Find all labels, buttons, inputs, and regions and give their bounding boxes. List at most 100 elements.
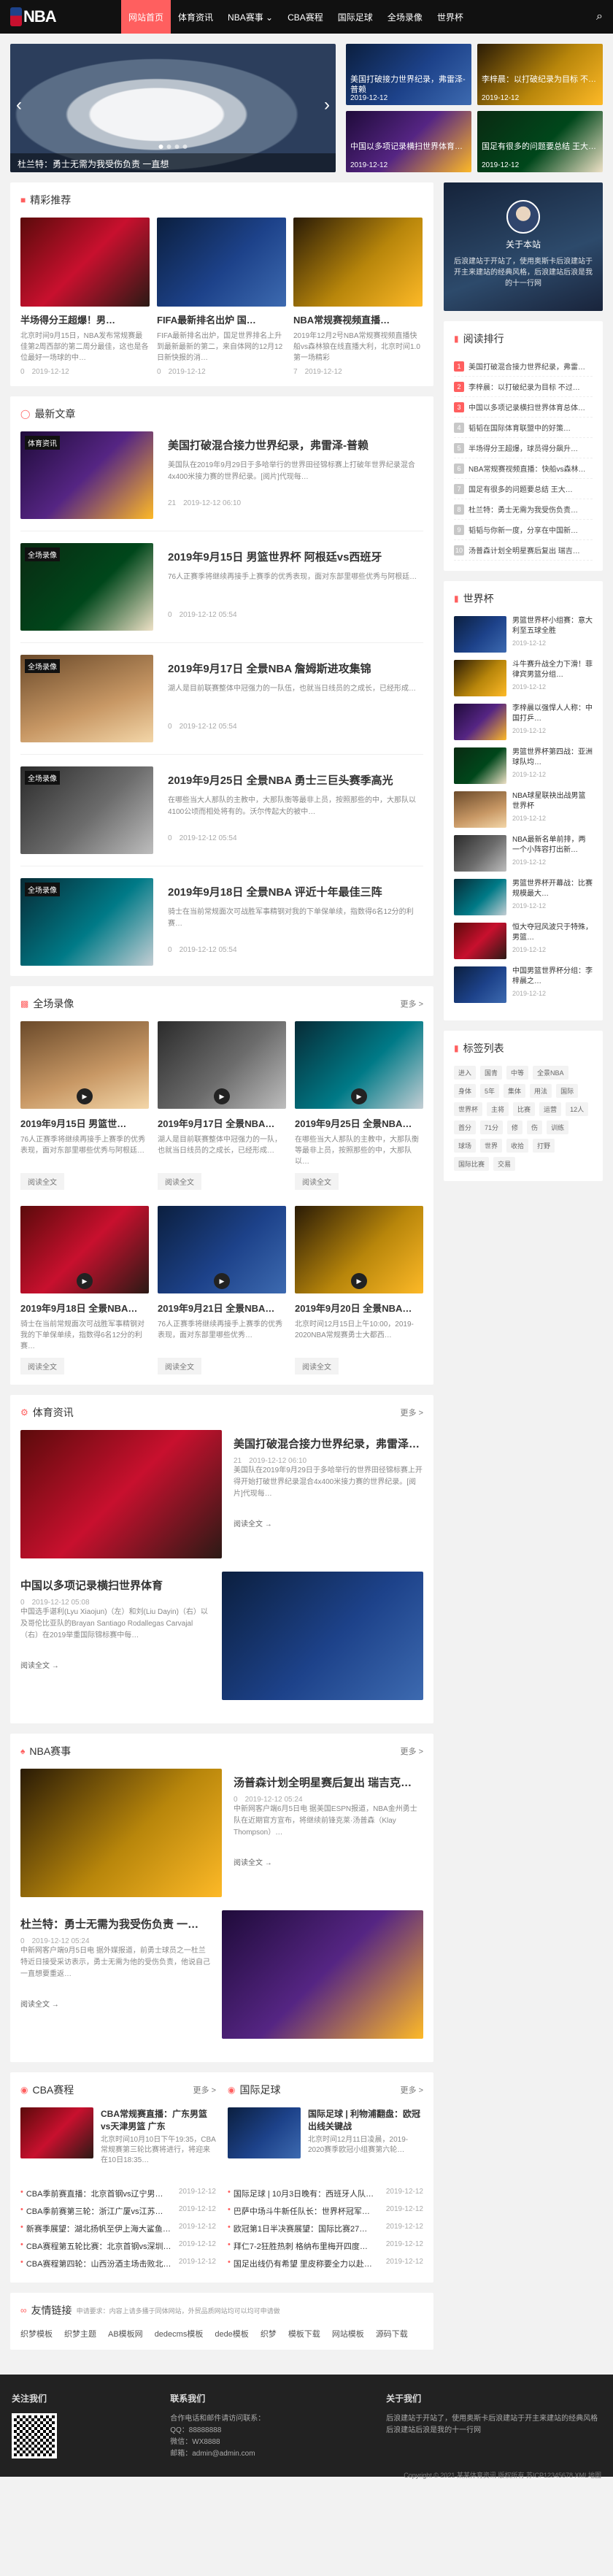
tag-item[interactable]: 球场: [454, 1139, 477, 1153]
more-link[interactable]: 更多 >: [401, 1407, 423, 1418]
recommend-title[interactable]: 半场得分王超爆！男…: [20, 312, 150, 326]
hero-tile-title[interactable]: 国足有很多的问题要总结 王大…: [482, 142, 598, 152]
article-image[interactable]: [20, 1769, 222, 1897]
worldcup-image[interactable]: [454, 616, 506, 653]
video-thumbnail[interactable]: ▶: [20, 1206, 149, 1293]
rank-title[interactable]: 美国打破混合接力世界纪录，弗雷…: [469, 361, 585, 372]
video-thumbnail[interactable]: ▶: [20, 1021, 149, 1109]
avatar[interactable]: [506, 200, 540, 234]
worldcup-image[interactable]: [454, 791, 506, 828]
video-thumbnail[interactable]: ▶: [295, 1021, 423, 1109]
video-title[interactable]: 2019年9月17日 全景NBA…: [158, 1116, 286, 1130]
recommend-title[interactable]: NBA常规赛视频直播…: [293, 312, 423, 326]
play-icon[interactable]: ▶: [351, 1273, 367, 1289]
latest-image[interactable]: 全场录像: [20, 878, 153, 966]
rank-title[interactable]: NBA常规赛视频直播：快船vs森林…: [469, 463, 586, 474]
worldcup-image[interactable]: [454, 966, 506, 1003]
latest-title[interactable]: 2019年9月25日 全景NBA 勇士三巨头赛季高光: [168, 772, 423, 788]
more-link[interactable]: 更多 >: [193, 2084, 216, 2096]
rank-title[interactable]: 汤普森计划全明星赛后复出 瑞吉…: [469, 545, 580, 555]
worldcup-image[interactable]: [454, 704, 506, 740]
site-logo[interactable]: NBA: [10, 7, 121, 26]
latest-title[interactable]: 美国打破混合接力世界纪录，弗雷泽-普赖: [168, 437, 423, 453]
tag-item[interactable]: 国际比赛: [454, 1157, 490, 1171]
video-thumbnail[interactable]: ▶: [158, 1021, 286, 1109]
worldcup-title[interactable]: 男篮世界杯开幕战：比赛规模最大…: [512, 879, 593, 899]
list-title[interactable]: 拜仁7-2狂胜热刺 格纳布里梅开四度…: [234, 2240, 382, 2252]
tag-item[interactable]: 运营: [539, 1102, 562, 1116]
recommend-image[interactable]: [293, 218, 423, 307]
latest-image[interactable]: 全场录像: [20, 543, 153, 631]
hero-tile[interactable]: 国足有很多的问题要总结 王大… 2019-12-12: [477, 111, 603, 172]
tag-item[interactable]: 中等: [506, 1066, 529, 1080]
tag-item[interactable]: 71分: [480, 1120, 504, 1134]
rank-item[interactable]: 9 韬韬与你新一度，分享在中国新…: [454, 520, 593, 540]
list-item[interactable]: • 巴萨中场斗牛新任队长：世界杯冠军… 2019-12-12: [228, 2202, 423, 2220]
worldcup-title[interactable]: 男篮世界杯小组赛：意大利至五球全胜: [512, 616, 593, 637]
list-title[interactable]: CBA季前赛直播：北京首钢vs辽宁男…: [26, 2188, 174, 2199]
hero-tile[interactable]: 美国打破接力世界纪录，弗雷泽-普赖 2019-12-12: [346, 44, 471, 105]
article-title[interactable]: 中国以多项记录横扫世界体育: [20, 1577, 210, 1593]
list-title[interactable]: 新赛季展望：湖北扬帆至伊上海大鲨鱼…: [26, 2223, 174, 2234]
rank-item[interactable]: 10 汤普森计划全明星赛后复出 瑞吉…: [454, 540, 593, 561]
tag-item[interactable]: 世界: [480, 1139, 503, 1153]
list-title[interactable]: 巴萨中场斗牛新任队长：世界杯冠军…: [234, 2205, 382, 2217]
video-title[interactable]: 2019年9月21日 全景NBA…: [158, 1301, 286, 1315]
read-more-link[interactable]: 阅读全文 →: [234, 1518, 423, 1529]
slider-caption[interactable]: 杜兰特：勇士无需为我受伤负责 一直想: [10, 153, 336, 172]
list-item[interactable]: • 欧冠第1日半决赛展望：国际比赛27… 2019-12-12: [228, 2220, 423, 2237]
category-tag[interactable]: 全场录像: [25, 883, 60, 896]
friend-link[interactable]: 织梦模板: [20, 2328, 53, 2339]
video-thumbnail[interactable]: ▶: [158, 1206, 286, 1293]
rank-item[interactable]: 2 李梓晨：以打破纪录为目标 不过…: [454, 377, 593, 397]
list-item[interactable]: • CBA季前赛第三轮：浙江广厦vs江苏… 2019-12-12: [20, 2202, 216, 2220]
article-image[interactable]: [20, 1430, 222, 1558]
tag-item[interactable]: 身体: [454, 1084, 477, 1098]
category-tag[interactable]: 全场录像: [25, 659, 60, 673]
football-top-title[interactable]: 国际足球 | 利物浦翻盘：欧冠出线关键战: [308, 2107, 423, 2132]
worldcup-image[interactable]: [454, 660, 506, 696]
list-item[interactable]: • 国足出线仍有希望 里皮称要全力以赴… 2019-12-12: [228, 2255, 423, 2272]
rank-item[interactable]: 1 美国打破混合接力世界纪录，弗雷…: [454, 356, 593, 377]
tag-item[interactable]: 首分: [454, 1120, 477, 1134]
worldcup-title[interactable]: 恒大夺冠风波只于特殊，男篮…: [512, 923, 593, 943]
latest-title[interactable]: 2019年9月18日 全景NBA 评近十年最佳三阵: [168, 884, 423, 899]
article-image[interactable]: [222, 1572, 423, 1700]
read-more-link[interactable]: 阅读全文 →: [20, 1659, 210, 1670]
article-title[interactable]: 杜兰特：勇士无需为我受伤负责 一…: [20, 1916, 210, 1931]
rank-title[interactable]: 韬韬在国际体育联盟中的好策…: [469, 422, 571, 433]
read-more-link[interactable]: 阅读全文 →: [20, 1998, 210, 2009]
worldcup-title[interactable]: NBA最新名单前排，两一个小阵容打出新…: [512, 835, 593, 856]
tag-item[interactable]: 12人: [566, 1102, 589, 1116]
latest-image[interactable]: 全场录像: [20, 655, 153, 742]
rank-item[interactable]: 4 韬韬在国际体育联盟中的好策…: [454, 418, 593, 438]
list-title[interactable]: 国际足球 | 10月3日晚有：西班牙人队…: [234, 2188, 382, 2199]
list-title[interactable]: 国足出线仍有希望 里皮称要全力以赴…: [234, 2258, 382, 2269]
article-title[interactable]: 汤普森计划全明星赛后复出 瑞吉克…: [234, 1775, 423, 1790]
latest-title[interactable]: 2019年9月15日 男篮世界杯 阿根廷vs西班牙: [168, 549, 417, 564]
list-item[interactable]: • 国际足球 | 10月3日晚有：西班牙人队… 2019-12-12: [228, 2185, 423, 2202]
search-icon[interactable]: ⌕: [596, 10, 603, 23]
friend-link[interactable]: AB模板网: [108, 2328, 143, 2339]
friend-link[interactable]: 织梦主题: [64, 2328, 96, 2339]
tag-item[interactable]: 国青: [480, 1066, 503, 1080]
play-icon[interactable]: ▶: [214, 1088, 230, 1104]
worldcup-title[interactable]: 中国男篮世界杯分组：李梓晨之…: [512, 966, 593, 987]
rank-title[interactable]: 李梓晨：以打破纪录为目标 不过…: [469, 381, 580, 392]
slider-dot[interactable]: [166, 145, 171, 149]
worldcup-image[interactable]: [454, 879, 506, 915]
slider-dot[interactable]: [174, 145, 180, 149]
rank-item[interactable]: 6 NBA常规赛视频直播：快船vs森林…: [454, 458, 593, 479]
friend-link[interactable]: 源码下载: [376, 2328, 408, 2339]
category-tag[interactable]: 全场录像: [25, 771, 60, 785]
article-image[interactable]: [222, 1910, 423, 2039]
rank-title[interactable]: 杜兰特：勇士无需为我受伤负责…: [469, 504, 578, 515]
friend-link[interactable]: dede模板: [215, 2328, 248, 2339]
worldcup-image[interactable]: [454, 835, 506, 872]
hero-tile-title[interactable]: 美国打破接力世界纪录，弗雷泽-普赖: [350, 74, 467, 95]
read-more-button[interactable]: 阅读全文: [295, 1358, 339, 1374]
tag-item[interactable]: 国际: [556, 1084, 579, 1098]
hero-tile-title[interactable]: 中国以多项记录横扫世界体育…: [350, 142, 467, 152]
play-icon[interactable]: ▶: [351, 1088, 367, 1104]
football-top-image[interactable]: [228, 2107, 301, 2158]
